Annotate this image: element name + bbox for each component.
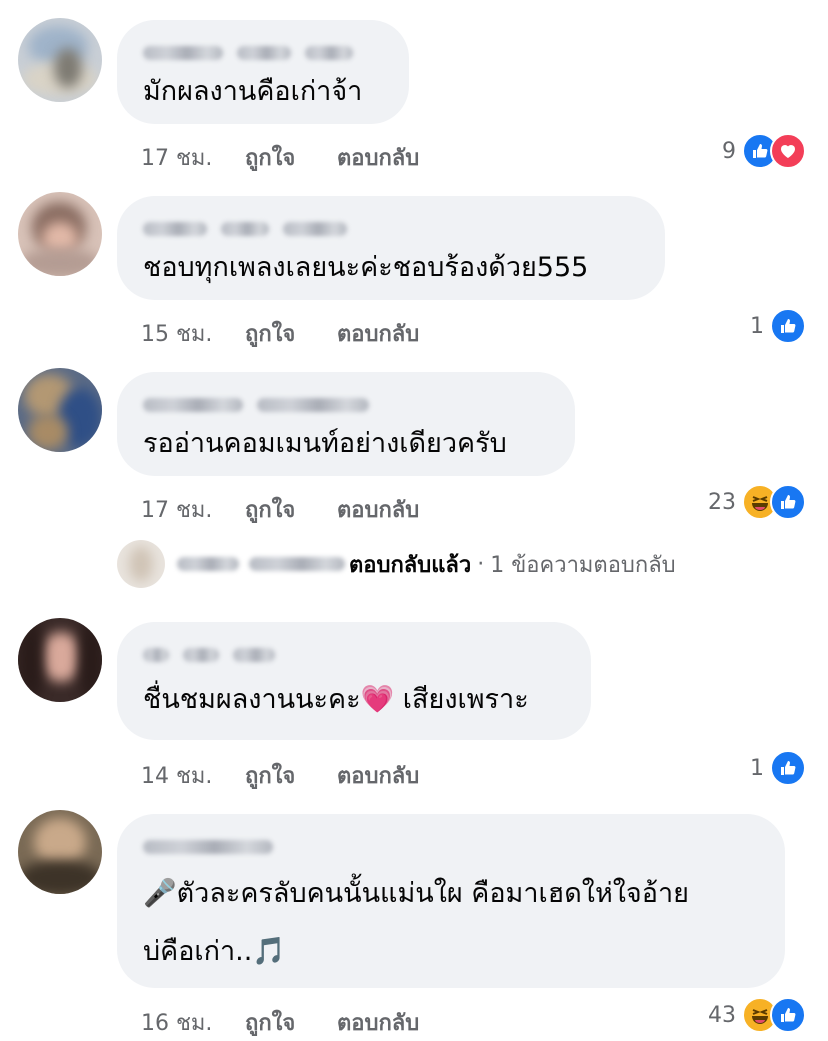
reaction-count: 23 xyxy=(708,489,736,515)
reply-count: 1 ข้อความตอบกลับ xyxy=(490,552,676,578)
comment-actions: 17 ชม. ถูกใจ ตอบกลับ xyxy=(141,492,419,527)
separator: · xyxy=(477,551,485,577)
reaction-summary[interactable]: 43 xyxy=(708,997,806,1033)
reply-button[interactable]: ตอบกลับ xyxy=(337,140,419,175)
comment-bubble: รออ่านคอมเมนท์อย่างเดียวครับ xyxy=(117,372,575,476)
avatar[interactable] xyxy=(18,618,102,702)
like-reaction-icon xyxy=(770,997,806,1033)
avatar[interactable] xyxy=(18,368,102,452)
replies-summary[interactable]: ตอบกลับแล้ว · 1 ข้อความตอบกลับ xyxy=(117,540,676,588)
like-button[interactable]: ถูกใจ xyxy=(245,492,337,527)
comment-actions: 17 ชม. ถูกใจ ตอบกลับ xyxy=(141,140,419,175)
like-button[interactable]: ถูกใจ xyxy=(245,1005,337,1040)
reaction-count: 1 xyxy=(750,313,764,339)
replied-label: ตอบกลับแล้ว xyxy=(349,552,472,578)
reaction-count: 9 xyxy=(722,138,736,164)
replier-name-blurred xyxy=(249,557,345,571)
like-reaction-icon xyxy=(770,750,806,786)
like-button[interactable]: ถูกใจ xyxy=(245,140,337,175)
reaction-summary[interactable]: 9 xyxy=(722,133,806,169)
comment-text-line-2: บ่คือเก่า..🎵 xyxy=(143,936,286,967)
comment-bubble: 🎤ตัวละครลับคนนั้นแม่นใผ คือมาเฮดให่ใจอ้า… xyxy=(117,814,785,988)
like-reaction-icon xyxy=(770,308,806,344)
comment-text-line-1: 🎤ตัวละครลับคนนั้นแม่นใผ คือมาเฮดให่ใจอ้า… xyxy=(143,878,689,909)
comment-bubble: ชอบทุกเพลงเลยนะค่ะชอบร้องด้วย555 xyxy=(117,196,665,300)
reaction-count: 43 xyxy=(708,1002,736,1028)
comment-bubble: มักผลงานคือเก่าจ้า xyxy=(117,20,409,124)
author-name-blurred[interactable] xyxy=(143,836,759,858)
replier-name-blurred xyxy=(177,557,239,571)
comment-bubble: ชื่นชมผลงานนะคะ💗 เสียงเพราะ xyxy=(117,622,591,740)
reaction-summary[interactable]: 1 xyxy=(750,308,806,344)
comment-text: ชื่นชมผลงานนะคะ💗 เสียงเพราะ xyxy=(143,684,529,715)
like-button[interactable]: ถูกใจ xyxy=(245,758,337,793)
comment-text: มักผลงานคือเก่าจ้า xyxy=(143,76,363,107)
avatar xyxy=(117,540,165,588)
reply-button[interactable]: ตอบกลับ xyxy=(337,316,419,351)
comment-text: รออ่านคอมเมนท์อย่างเดียวครับ xyxy=(143,428,507,459)
comment-actions: 14 ชม. ถูกใจ ตอบกลับ xyxy=(141,758,419,793)
comment-actions: 16 ชม. ถูกใจ ตอบกลับ xyxy=(141,1005,419,1040)
reply-button[interactable]: ตอบกลับ xyxy=(337,1005,419,1040)
author-name-blurred[interactable] xyxy=(143,394,549,416)
avatar[interactable] xyxy=(18,810,102,894)
author-name-blurred[interactable] xyxy=(143,644,565,666)
love-reaction-icon xyxy=(770,133,806,169)
reaction-count: 1 xyxy=(750,755,764,781)
comment-time[interactable]: 17 ชม. xyxy=(141,492,245,527)
reaction-summary[interactable]: 23 xyxy=(708,484,806,520)
comment-actions: 15 ชม. ถูกใจ ตอบกลับ xyxy=(141,316,419,351)
reaction-summary[interactable]: 1 xyxy=(750,750,806,786)
comment-time[interactable]: 15 ชม. xyxy=(141,316,245,351)
author-name-blurred[interactable] xyxy=(143,218,639,240)
comment-time[interactable]: 14 ชม. xyxy=(141,758,245,793)
avatar[interactable] xyxy=(18,192,102,276)
reply-button[interactable]: ตอบกลับ xyxy=(337,758,419,793)
like-reaction-icon xyxy=(770,484,806,520)
author-name-blurred[interactable] xyxy=(143,42,383,64)
like-button[interactable]: ถูกใจ xyxy=(245,316,337,351)
comment-time[interactable]: 17 ชม. xyxy=(141,140,245,175)
avatar[interactable] xyxy=(18,18,102,102)
comment-time[interactable]: 16 ชม. xyxy=(141,1005,245,1040)
reply-button[interactable]: ตอบกลับ xyxy=(337,492,419,527)
comment-text: ชอบทุกเพลงเลยนะค่ะชอบร้องด้วย555 xyxy=(143,252,589,283)
